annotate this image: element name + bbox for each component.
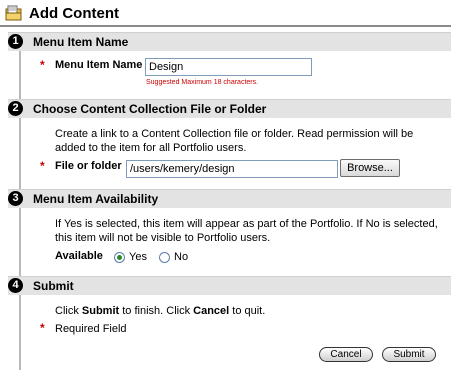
available-label: Available xyxy=(55,250,103,262)
step-4-number: 4 xyxy=(8,278,23,293)
step-3-title: Menu Item Availability xyxy=(33,192,159,206)
file-or-folder-label: File or folder xyxy=(55,160,122,172)
step-4-header: 4 Submit xyxy=(8,276,451,295)
available-no-radio[interactable] xyxy=(159,252,170,263)
header-divider xyxy=(0,25,451,27)
menu-item-name-hint: Suggested Maximum 18 characters. xyxy=(146,79,259,86)
available-yes-label[interactable]: Yes xyxy=(129,251,147,263)
instruction-cancel: Cancel xyxy=(193,305,230,317)
menu-item-name-label: Menu Item Name xyxy=(55,59,143,71)
step-4-title: Submit xyxy=(33,279,74,293)
page-title: Add Content xyxy=(29,5,119,22)
required-marker: * xyxy=(40,321,45,335)
available-no-label[interactable]: No xyxy=(174,251,188,263)
step-1-header: 1 Menu Item Name xyxy=(8,32,451,51)
submit-button[interactable]: Submit xyxy=(382,347,436,362)
step-2-header: 2 Choose Content Collection File or Fold… xyxy=(8,99,451,118)
instruction-submit: Submit xyxy=(81,305,120,317)
file-folder-description: Create a link to a Content Collection fi… xyxy=(55,128,414,154)
step-1-number: 1 xyxy=(8,34,23,49)
step-2-title: Choose Content Collection File or Folder xyxy=(33,102,267,116)
instruction-mid: to finish. Click xyxy=(119,305,194,317)
required-marker: * xyxy=(40,58,45,72)
folder-page-icon xyxy=(5,5,22,21)
browse-button[interactable]: Browse... xyxy=(340,159,400,177)
cancel-button[interactable]: Cancel xyxy=(319,347,373,362)
available-yes-radio[interactable] xyxy=(114,252,125,263)
step-3-header: 3 Menu Item Availability xyxy=(8,189,451,208)
menu-item-name-input[interactable] xyxy=(145,58,312,76)
instruction-pre: Click xyxy=(55,305,82,317)
step-3-number: 3 xyxy=(8,191,23,206)
submit-instructions: Click Submit to finish. Click Cancel to … xyxy=(55,304,265,318)
page-header: Add Content xyxy=(0,0,451,28)
availability-description: If Yes is selected, this item will appea… xyxy=(55,218,438,244)
instruction-post: to quit. xyxy=(229,305,266,317)
step-1-title: Menu Item Name xyxy=(33,35,129,49)
required-marker: * xyxy=(40,159,45,173)
required-field-note: Required Field xyxy=(55,323,127,335)
step-2-number: 2 xyxy=(8,101,23,116)
file-or-folder-input[interactable] xyxy=(126,160,338,178)
